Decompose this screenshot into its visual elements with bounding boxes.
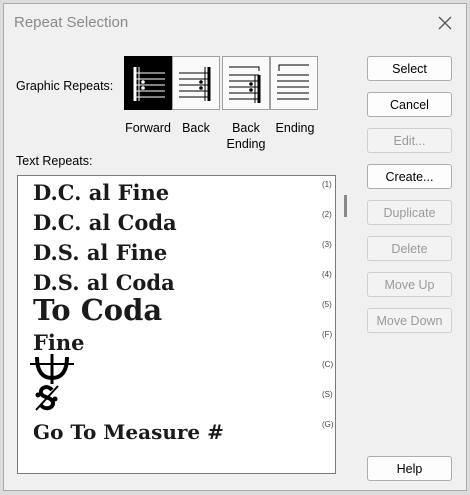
back-repeat-icon (179, 67, 211, 101)
repeat-selection-dialog: Repeat Selection Graphic Repeats: Forwar… (3, 3, 467, 491)
list-item-tag: (F) (322, 330, 333, 339)
back-ending-repeat-icon (229, 66, 261, 103)
forward-caption: Forward (125, 121, 171, 135)
segno-symbol-icon (35, 385, 59, 411)
list-item-text: D.C. al Fine (33, 180, 170, 205)
graphic-repeat-back-button[interactable] (172, 56, 220, 110)
text-repeats-label: Text Repeats: (16, 154, 93, 168)
dialog-title: Repeat Selection (14, 14, 129, 31)
list-item-text: Go To Measure # (33, 420, 224, 444)
close-button[interactable] (432, 10, 458, 36)
coda-symbol-icon (30, 354, 74, 384)
delete-button[interactable]: Delete (367, 236, 452, 261)
list-item-text: D.S. al Coda (33, 270, 175, 295)
close-icon (438, 16, 452, 30)
list-scrollbar-thumb[interactable] (344, 195, 347, 217)
ending-caption: Ending (275, 121, 315, 135)
duplicate-button[interactable]: Duplicate (367, 200, 452, 225)
select-button[interactable]: Select (367, 56, 452, 81)
back-ending-caption: Back Ending (226, 121, 266, 151)
title-bar: Repeat Selection (4, 4, 466, 40)
ending-repeat-icon (277, 64, 309, 100)
move-up-button[interactable]: Move Up (367, 272, 452, 297)
back-caption: Back (182, 121, 210, 135)
list-item-tag: (5) (322, 300, 332, 309)
help-button[interactable]: Help (367, 456, 452, 481)
graphic-repeat-back-ending-button[interactable] (222, 56, 270, 110)
list-item-tag: (C) (322, 360, 334, 369)
edit-button[interactable]: Edit... (367, 128, 452, 153)
list-item-tag: (3) (322, 240, 332, 249)
list-item-tag: (2) (322, 210, 332, 219)
list-item-text: D.S. al Fine (33, 240, 168, 265)
cancel-button[interactable]: Cancel (367, 92, 452, 117)
forward-repeat-icon (133, 67, 165, 101)
move-down-button[interactable]: Move Down (367, 308, 452, 333)
list-item-tag: (S) (322, 390, 333, 399)
list-item-text: To Coda (33, 293, 163, 327)
create-button[interactable]: Create... (367, 164, 452, 189)
text-repeats-list[interactable]: D.C. al Fine (1) D.C. al Coda (2) D.S. a… (17, 175, 336, 474)
graphic-repeat-forward-button[interactable] (124, 56, 172, 110)
list-item-tag: (4) (322, 270, 332, 279)
list-item-text: Fine (33, 330, 85, 355)
list-item-text: D.C. al Coda (33, 210, 177, 235)
graphic-repeats-label: Graphic Repeats: (16, 79, 114, 93)
list-item-tag: (G) (322, 420, 334, 429)
list-item-tag: (1) (322, 180, 332, 189)
graphic-repeat-ending-button[interactable] (270, 56, 318, 110)
